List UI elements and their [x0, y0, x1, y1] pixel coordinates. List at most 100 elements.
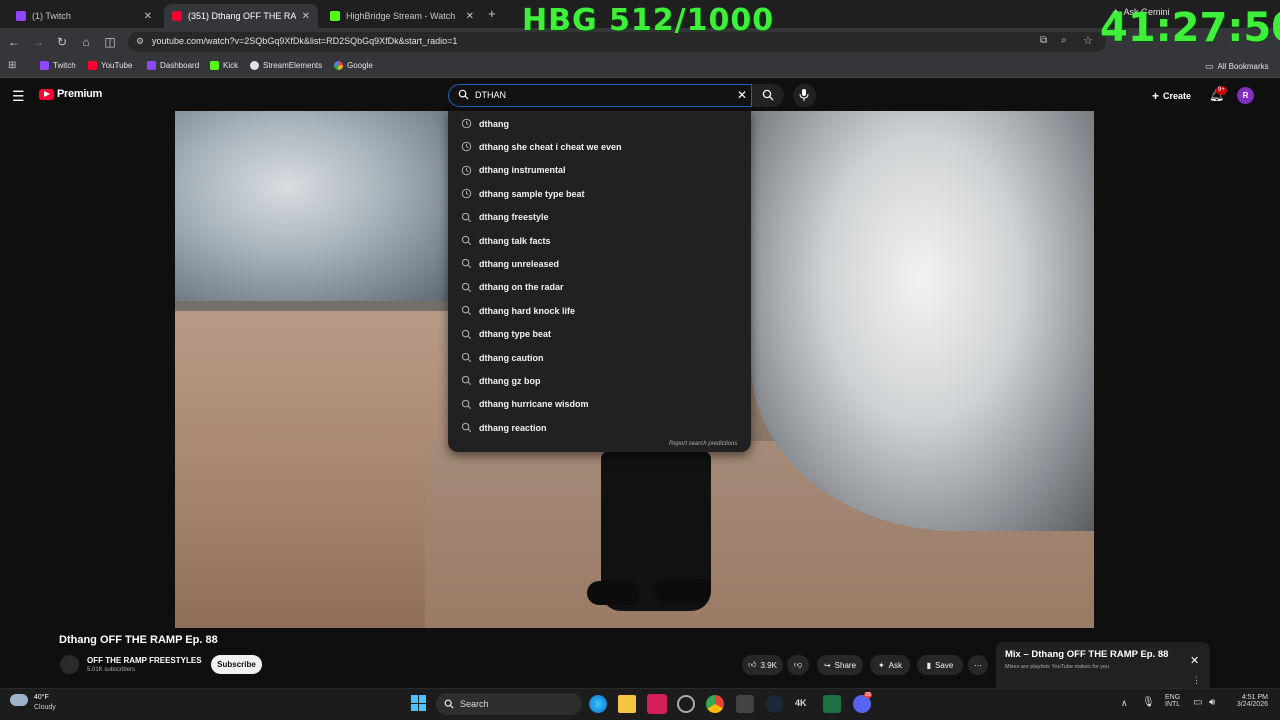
all-bookmarks[interactable]: ▭ All Bookmarks: [1205, 61, 1269, 72]
voice-search-button[interactable]: [793, 84, 816, 107]
cloudy-weather-icon[interactable]: [10, 694, 28, 706]
save-button[interactable]: ▮ Save: [917, 655, 963, 675]
report-predictions-link[interactable]: Report search predictions: [669, 441, 737, 447]
bookmark-streamelements[interactable]: StreamElements: [250, 61, 322, 70]
search-button[interactable]: [752, 84, 784, 107]
chrome-icon[interactable]: [706, 695, 724, 713]
search-icon: [461, 422, 472, 433]
save-label: Save: [935, 660, 954, 670]
search-suggestion[interactable]: dthang hard knock life: [448, 299, 751, 322]
youtube-logo[interactable]: Premium: [39, 88, 102, 100]
tab-youtube[interactable]: (351) Dthang OFF THE RAMP Ep ✕: [164, 4, 318, 28]
language-indicator[interactable]: ENG INTL: [1165, 694, 1180, 708]
search-suggestion[interactable]: dthang on the radar: [448, 276, 751, 299]
search-icon: [461, 352, 472, 363]
search-icon: [461, 329, 472, 340]
tab-title: (1) Twitch: [32, 11, 71, 21]
app-icon[interactable]: [677, 695, 695, 713]
channel-avatar[interactable]: [60, 655, 79, 674]
more-actions-button[interactable]: ⋯: [968, 655, 988, 675]
tab-twitch[interactable]: (1) Twitch ✕: [8, 4, 160, 28]
video-frame-shoe: [587, 581, 639, 605]
bookmark-star-icon[interactable]: ☆: [1083, 34, 1093, 47]
search-suggestion[interactable]: dthang: [448, 112, 751, 135]
suggestion-text: dthang reaction: [479, 422, 547, 433]
search-suggestion[interactable]: dthang freestyle: [448, 206, 751, 229]
apps-icon[interactable]: ⊞: [8, 60, 16, 71]
search-suggestion[interactable]: dthang type beat: [448, 323, 751, 346]
youtube-icon: [172, 11, 182, 21]
subscribe-button[interactable]: Subscribe: [211, 655, 262, 674]
4k-icon[interactable]: 4K: [795, 698, 807, 708]
search-icon: [461, 258, 472, 269]
weather-temp[interactable]: 40°F: [34, 694, 49, 701]
search-suggestion[interactable]: dthang she cheat i cheat we even: [448, 135, 751, 158]
bookmark-google[interactable]: Google: [334, 61, 373, 70]
mix-menu-icon[interactable]: ⋮: [1192, 675, 1201, 686]
clock[interactable]: 4:51 PM 3/24/2026: [1230, 694, 1268, 708]
site-info-icon[interactable]: ⚙: [136, 36, 144, 47]
history-icon: [461, 165, 472, 176]
install-icon[interactable]: ⧉: [1040, 35, 1047, 46]
tab-title: HighBridge Stream - Watch Liv: [346, 11, 458, 21]
avatar[interactable]: R: [1237, 87, 1254, 104]
tray-overflow-icon[interactable]: ∧: [1121, 698, 1128, 709]
network-icon[interactable]: ▭: [1193, 697, 1202, 708]
windows-start-icon[interactable]: [411, 695, 427, 711]
bookmark-twitch[interactable]: Twitch: [40, 61, 76, 70]
microphone-icon[interactable]: 🎙︎: [1142, 697, 1155, 708]
dislike-button[interactable]: 👎︎: [787, 655, 809, 675]
app-icon[interactable]: [647, 694, 667, 714]
search-suggestion[interactable]: dthang talk facts: [448, 229, 751, 252]
excel-icon[interactable]: [823, 695, 841, 713]
app-icon[interactable]: [736, 695, 754, 713]
close-icon[interactable]: ✕: [302, 11, 310, 22]
tab-highbridge[interactable]: HighBridge Stream - Watch Liv ✕: [322, 4, 482, 28]
create-button[interactable]: + Create: [1152, 89, 1191, 103]
search-suggestion[interactable]: dthang hurricane wisdom: [448, 393, 751, 416]
search-input[interactable]: DTHAN: [475, 90, 506, 100]
menu-icon[interactable]: ☰: [12, 88, 25, 105]
close-mix-icon[interactable]: ✕: [1190, 654, 1199, 667]
like-button[interactable]: 👍︎ 3.9K: [742, 655, 783, 675]
back-icon[interactable]: ←: [6, 34, 22, 50]
windows-taskbar: [0, 688, 1280, 720]
split-view-icon[interactable]: ◫: [102, 34, 118, 50]
search-suggestion[interactable]: dthang unreleased: [448, 252, 751, 275]
bookmark-youtube[interactable]: YouTube: [88, 61, 132, 70]
clear-search-icon[interactable]: ✕: [737, 88, 747, 102]
share-button[interactable]: ↪ Share: [817, 655, 863, 675]
close-icon[interactable]: ✕: [144, 11, 152, 22]
search-suggestion[interactable]: dthang reaction: [448, 416, 751, 439]
weather-desc: Cloudy: [34, 704, 56, 711]
search-suggestion[interactable]: dthang gz bop: [448, 369, 751, 392]
bookmark-kick[interactable]: Kick: [210, 61, 238, 70]
search-suggestion[interactable]: dthang sample type beat: [448, 182, 751, 205]
search-suggestion[interactable]: dthang caution: [448, 346, 751, 369]
reload-icon[interactable]: ↻: [54, 34, 70, 50]
zoom-icon[interactable]: ⌕: [1061, 35, 1067, 46]
suggestion-text: dthang freestyle: [479, 212, 549, 223]
home-icon[interactable]: ⌂: [78, 34, 94, 50]
mix-title[interactable]: Mix – Dthang OFF THE RAMP Ep. 88: [1005, 649, 1168, 660]
search-icon: [461, 305, 472, 316]
steam-icon[interactable]: [765, 695, 783, 713]
tab-title: (351) Dthang OFF THE RAMP Ep: [188, 11, 296, 21]
forward-icon[interactable]: →: [30, 34, 46, 50]
streamelements-icon: [250, 61, 259, 70]
ask-button[interactable]: ✦ Ask: [870, 655, 910, 675]
stream-overlay-counter: HBG 512/1000: [522, 3, 775, 38]
search-suggestion[interactable]: dthang instrumental: [448, 159, 751, 182]
new-tab-icon[interactable]: +: [488, 6, 496, 21]
channel-name[interactable]: OFF THE RAMP FREESTYLES: [87, 656, 202, 665]
bookmark-dashboard[interactable]: Dashboard: [147, 61, 199, 70]
url-text[interactable]: youtube.com/watch?v=2SQbGq9XfDk&list=RD2…: [152, 36, 457, 46]
close-icon[interactable]: ✕: [466, 11, 474, 22]
edge-icon[interactable]: [589, 695, 607, 713]
subscriber-count: 5.01K subscribers: [87, 667, 136, 673]
google-icon: [334, 61, 343, 70]
taskbar-search[interactable]: Search: [436, 693, 582, 715]
file-explorer-icon[interactable]: [618, 695, 636, 713]
suggestion-text: dthang gz bop: [479, 375, 541, 386]
volume-icon[interactable]: 🔊︎: [1209, 697, 1215, 708]
